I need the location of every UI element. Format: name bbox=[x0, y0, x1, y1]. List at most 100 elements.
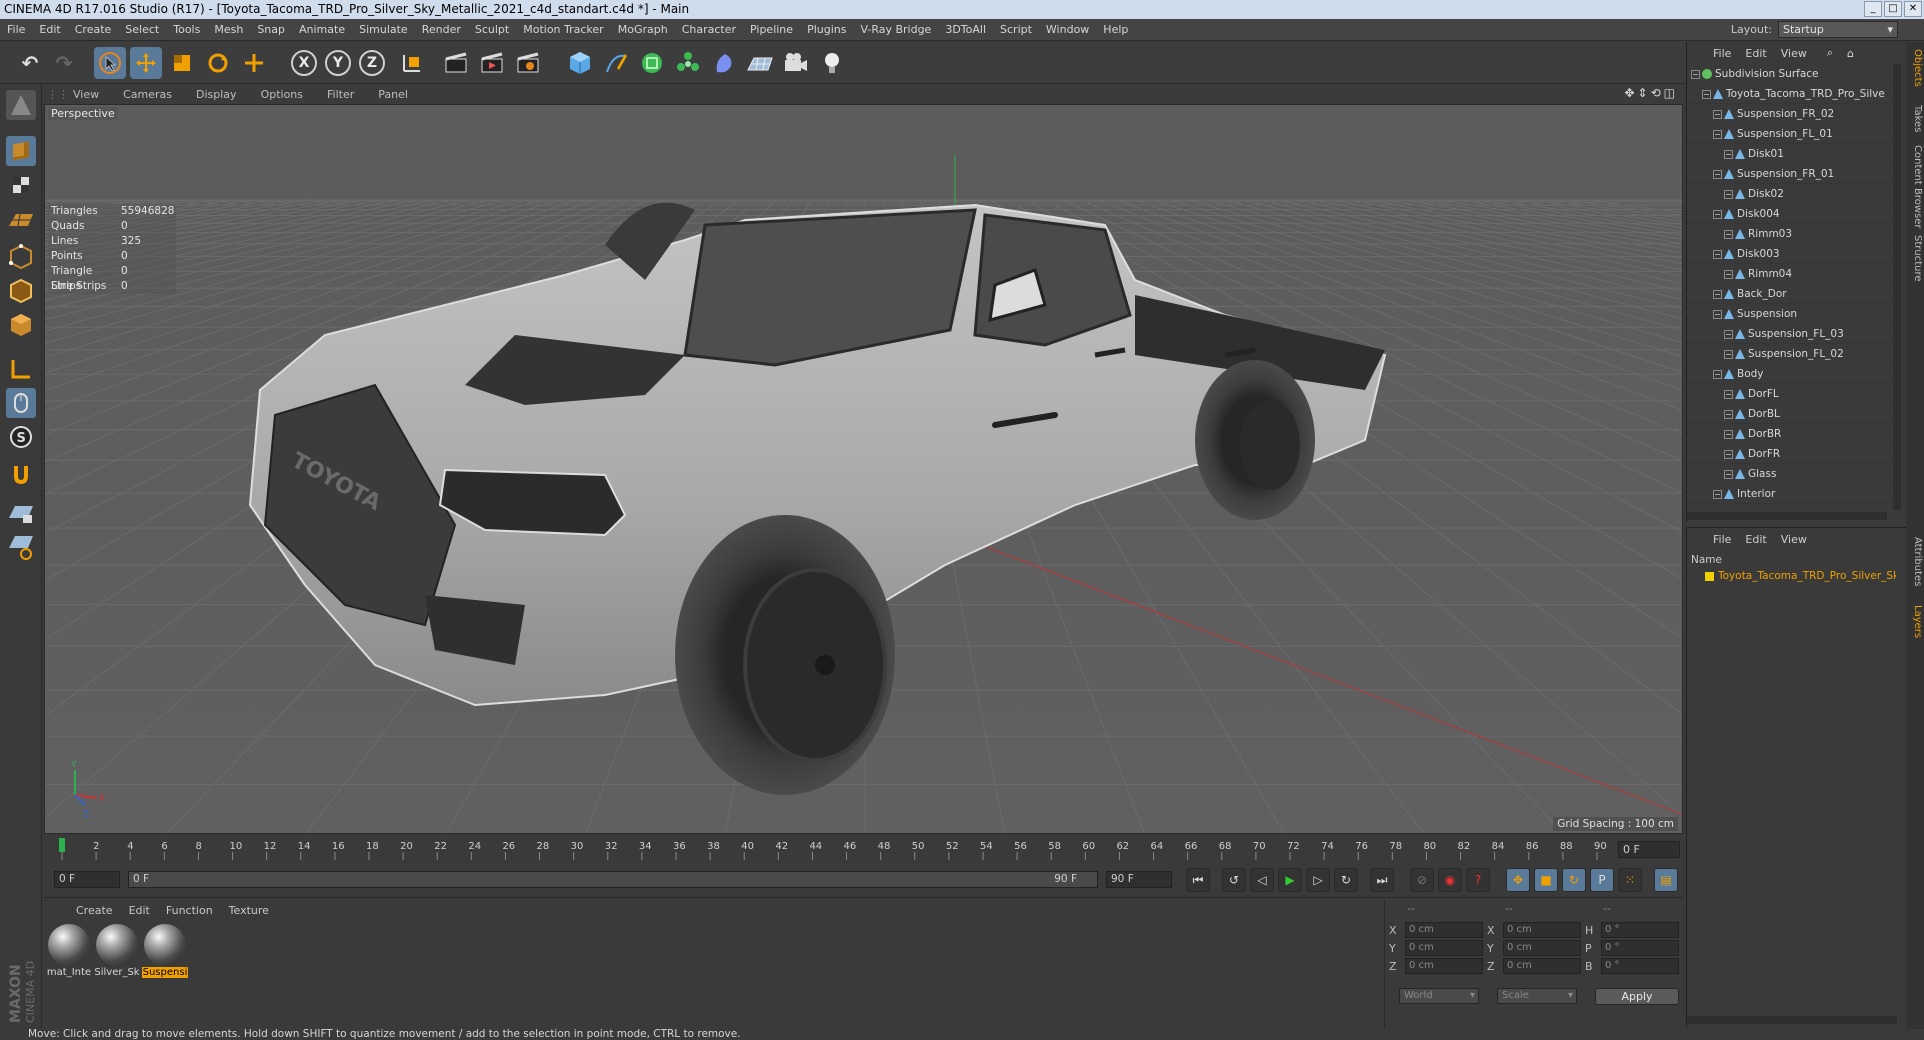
goto-start-button[interactable]: ⏮ bbox=[1186, 868, 1210, 892]
recent-tool[interactable] bbox=[238, 47, 270, 79]
layer-menu-view[interactable]: View bbox=[1781, 533, 1807, 546]
polygons-mode-button[interactable] bbox=[6, 310, 36, 340]
menu-mograph[interactable]: MoGraph bbox=[611, 23, 675, 36]
menu-plugins[interactable]: Plugins bbox=[800, 23, 853, 36]
home-icon[interactable]: ⌂ bbox=[1847, 47, 1854, 60]
expand-toggle-icon[interactable]: − bbox=[1713, 129, 1722, 139]
axis-mode-button[interactable] bbox=[6, 354, 36, 384]
object-tree-row[interactable]: − DorFR bbox=[1687, 444, 1893, 464]
coordinate-space-select[interactable]: World ▾ bbox=[1399, 988, 1479, 1004]
keyframe-help-icon[interactable]: ? bbox=[1466, 868, 1490, 892]
expand-toggle-icon[interactable]: − bbox=[1724, 449, 1733, 459]
expand-toggle-icon[interactable]: − bbox=[1702, 89, 1711, 99]
camera-button[interactable] bbox=[780, 47, 812, 79]
position-y-field[interactable]: 0 cm bbox=[1405, 940, 1483, 956]
viewport-menu-cameras[interactable]: Cameras bbox=[111, 88, 184, 101]
viewport-menu-view[interactable]: View bbox=[61, 88, 111, 101]
menu-simulate[interactable]: Simulate bbox=[352, 23, 415, 36]
key-parameter-icon[interactable]: P bbox=[1590, 868, 1614, 892]
object-tree-row[interactable]: − Rimm03 bbox=[1687, 224, 1893, 244]
model-mode-button[interactable] bbox=[6, 136, 36, 166]
menu-file[interactable]: File bbox=[0, 23, 32, 36]
record-disabled-icon[interactable]: ⊘ bbox=[1410, 868, 1434, 892]
end-frame-field[interactable]: 90 F bbox=[1106, 871, 1172, 888]
expand-toggle-icon[interactable]: − bbox=[1713, 169, 1722, 179]
3d-viewport[interactable]: TOYOTA Y X Z Perspective Triangles 55946… bbox=[44, 104, 1683, 834]
size-mode-select[interactable]: Scale ▾ bbox=[1497, 988, 1577, 1004]
object-tree-row[interactable]: − Suspension_FL_01 bbox=[1687, 124, 1893, 144]
object-tree-row[interactable]: − Suspension_FL_03 bbox=[1687, 324, 1893, 344]
render-picture-viewer-button[interactable] bbox=[476, 47, 508, 79]
key-rotation-icon[interactable]: ↻ bbox=[1562, 868, 1586, 892]
material-menu-function[interactable]: Function bbox=[158, 904, 221, 917]
cube-object-button[interactable] bbox=[564, 47, 596, 79]
move-tool[interactable] bbox=[130, 47, 162, 79]
x-axis-lock[interactable]: X bbox=[288, 47, 320, 79]
size-x-field[interactable]: 0 cm bbox=[1503, 922, 1581, 938]
object-tree-row[interactable]: − Glass bbox=[1687, 464, 1893, 484]
expand-toggle-icon[interactable]: − bbox=[1724, 429, 1733, 439]
start-frame-field[interactable]: 0 F bbox=[54, 871, 120, 888]
menu-snap[interactable]: Snap bbox=[250, 23, 292, 36]
material-menu-create[interactable]: Create bbox=[68, 904, 121, 917]
redo-icon[interactable]: ↷ bbox=[48, 47, 80, 79]
solo-button[interactable]: S bbox=[6, 422, 36, 452]
workplane-align-button[interactable] bbox=[6, 532, 36, 562]
menu-create[interactable]: Create bbox=[68, 23, 119, 36]
viewport-menu-options[interactable]: Options bbox=[249, 88, 315, 101]
mograph-cloner-button[interactable] bbox=[672, 47, 704, 79]
next-key-icon[interactable]: ↻ bbox=[1334, 868, 1358, 892]
layer-row[interactable]: Toyota_Tacoma_TRD_Pro_Silver_Sk bbox=[1691, 568, 1896, 584]
layout-select[interactable]: Startup ▾ bbox=[1778, 21, 1898, 38]
maximize-button[interactable]: □ bbox=[1884, 1, 1902, 17]
spline-pen-button[interactable] bbox=[600, 47, 632, 79]
rotation-b-field[interactable]: 0 ° bbox=[1601, 958, 1679, 974]
menu-motion-tracker[interactable]: Motion Tracker bbox=[516, 23, 610, 36]
material-swatch-selected[interactable]: Suspensi bbox=[142, 924, 188, 984]
render-view-button[interactable] bbox=[440, 47, 472, 79]
coordinate-system-button[interactable] bbox=[396, 47, 428, 79]
edges-mode-button[interactable] bbox=[6, 276, 36, 306]
object-tree-row[interactable]: − Suspension_FR_01 bbox=[1687, 164, 1893, 184]
tab-attributes[interactable]: Attributes bbox=[1907, 534, 1923, 589]
layer-hscrollbar[interactable] bbox=[1687, 1016, 1897, 1024]
minimize-button[interactable]: _ bbox=[1864, 1, 1882, 17]
tab-objects[interactable]: Objects bbox=[1907, 46, 1923, 90]
texture-mode-button[interactable] bbox=[6, 170, 36, 200]
menu-help[interactable]: Help bbox=[1096, 23, 1135, 36]
object-tree-row[interactable]: − Subdivision Surface bbox=[1687, 64, 1893, 84]
undo-icon[interactable]: ↶ bbox=[14, 47, 46, 79]
previous-frame-button[interactable]: ◁ bbox=[1250, 868, 1274, 892]
object-tree-row[interactable]: − Disk01 bbox=[1687, 144, 1893, 164]
z-axis-lock[interactable]: Z bbox=[356, 47, 388, 79]
previous-key-icon[interactable]: ↺ bbox=[1222, 868, 1246, 892]
object-hscrollbar[interactable] bbox=[1687, 512, 1887, 520]
expand-toggle-icon[interactable]: − bbox=[1713, 249, 1722, 259]
position-x-field[interactable]: 0 cm bbox=[1405, 922, 1483, 938]
key-position-icon[interactable]: ✥ bbox=[1506, 868, 1530, 892]
expand-toggle-icon[interactable]: − bbox=[1724, 189, 1733, 199]
y-axis-lock[interactable]: Y bbox=[322, 47, 354, 79]
expand-toggle-icon[interactable]: − bbox=[1713, 369, 1722, 379]
menu-character[interactable]: Character bbox=[675, 23, 743, 36]
expand-toggle-icon[interactable]: − bbox=[1713, 209, 1722, 219]
size-z-field[interactable]: 0 cm bbox=[1503, 958, 1581, 974]
viewport-menu-display[interactable]: Display bbox=[184, 88, 249, 101]
timeline-window-icon[interactable]: ▤ bbox=[1654, 868, 1678, 892]
expand-toggle-icon[interactable]: − bbox=[1724, 329, 1733, 339]
tweak-mode-button[interactable] bbox=[6, 388, 36, 418]
object-vscrollbar[interactable] bbox=[1893, 64, 1901, 510]
object-menu-file[interactable]: File bbox=[1713, 47, 1731, 60]
expand-toggle-icon[interactable]: − bbox=[1713, 489, 1722, 499]
object-tree-row[interactable]: − Body bbox=[1687, 364, 1893, 384]
tab-structure[interactable]: Structure bbox=[1907, 232, 1923, 285]
render-settings-button[interactable] bbox=[512, 47, 544, 79]
expand-toggle-icon[interactable]: − bbox=[1713, 289, 1722, 299]
expand-toggle-icon[interactable]: − bbox=[1724, 389, 1733, 399]
size-y-field[interactable]: 0 cm bbox=[1503, 940, 1581, 956]
layer-menu-file[interactable]: File bbox=[1713, 533, 1731, 546]
timeline-ruler[interactable]: 0246810121416182022242628303234363840424… bbox=[44, 838, 1683, 860]
playhead-marker[interactable] bbox=[59, 838, 65, 852]
current-frame-field[interactable]: 0 F bbox=[1618, 841, 1680, 858]
object-tree-row[interactable]: − DorFL bbox=[1687, 384, 1893, 404]
